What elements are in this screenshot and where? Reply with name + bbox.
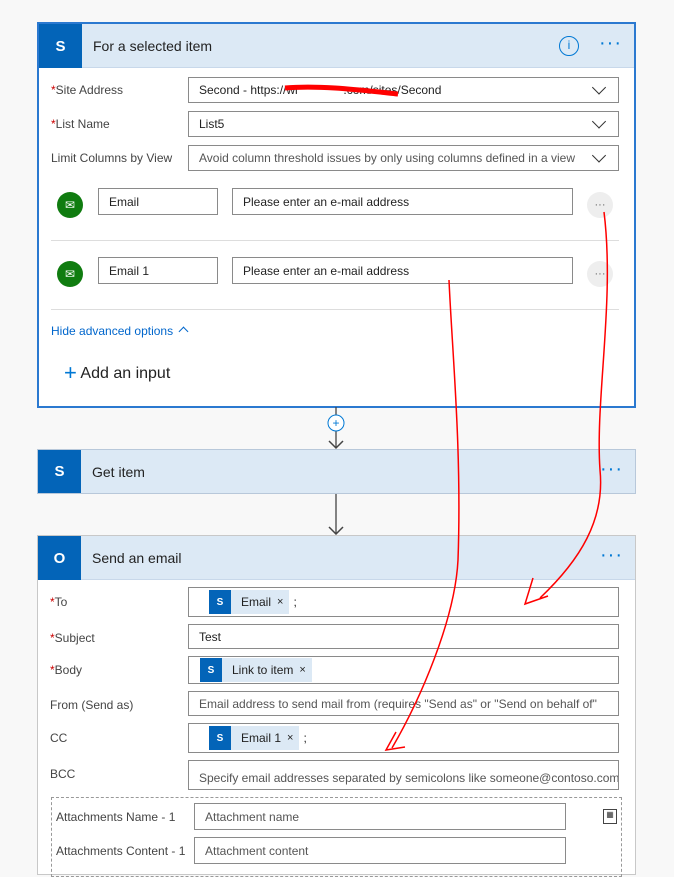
outlook-icon: O <box>38 536 81 580</box>
remove-token-icon[interactable]: × <box>287 732 299 744</box>
list-name-dropdown[interactable]: List5 <box>188 111 619 137</box>
input-more-button[interactable]: ··· <box>587 192 613 218</box>
list-name-label: *List Name <box>51 117 110 131</box>
subject-field[interactable]: Test <box>188 624 619 649</box>
site-address-label: *Site Address <box>51 83 124 97</box>
attachment-content-field[interactable]: Attachment content <box>194 837 566 864</box>
from-field[interactable]: Email address to send mail from (require… <box>188 691 619 716</box>
attachment-name-label: Attachments Name - 1 <box>56 810 176 824</box>
divider <box>51 309 619 310</box>
remove-token-icon[interactable]: × <box>299 664 311 676</box>
divider <box>51 240 619 241</box>
subject-label: *Subject <box>50 631 95 645</box>
switch-to-array-icon[interactable]: ▦ <box>603 809 617 824</box>
input-value-field[interactable]: Please enter an e-mail address <box>232 188 573 215</box>
get-item-card[interactable]: S Get item ··· <box>37 449 636 494</box>
dynamic-token: S Link to item × <box>200 658 312 682</box>
trigger-header[interactable]: S For a selected item i ··· <box>39 24 634 68</box>
svg-text:+: + <box>332 416 339 430</box>
remove-token-icon[interactable]: × <box>277 596 289 608</box>
card-title: Send an email <box>92 550 182 566</box>
add-input-button[interactable]: + Add an input <box>64 360 170 386</box>
sharepoint-icon: S <box>39 24 82 68</box>
body-field[interactable]: S Link to item × <box>188 656 619 684</box>
plus-icon: + <box>64 360 77 385</box>
limit-columns-label: Limit Columns by View <box>51 151 173 165</box>
bcc-label: BCC <box>50 767 76 781</box>
dynamic-token: S Email × <box>209 590 290 614</box>
cc-label: CC <box>50 731 68 745</box>
input-more-button[interactable]: ··· <box>587 261 613 287</box>
email-icon: ✉ <box>57 192 83 218</box>
cc-field[interactable]: S Email 1 ×; <box>188 723 619 753</box>
attachment-name-field[interactable]: Attachment name <box>194 803 566 830</box>
to-label: *To <box>50 595 68 609</box>
sharepoint-icon: S <box>38 450 81 493</box>
attachment-content-label: Attachments Content - 1 <box>56 844 186 858</box>
send-email-header[interactable]: O Send an email ··· <box>38 536 635 580</box>
sharepoint-icon: S <box>209 590 231 614</box>
site-address-dropdown[interactable]: Second - https://wi .com/sites/Second <box>188 77 619 103</box>
more-options-button[interactable]: ··· <box>599 32 622 55</box>
chevron-up-icon <box>178 326 189 337</box>
sharepoint-icon: S <box>209 726 231 750</box>
limit-columns-dropdown[interactable]: Avoid column threshold issues by only us… <box>188 145 619 171</box>
from-label: From (Send as) <box>50 698 134 712</box>
email-icon: ✉ <box>57 261 83 287</box>
input-name-field[interactable]: Email <box>98 188 218 215</box>
input-value-field[interactable]: Please enter an e-mail address <box>232 257 573 284</box>
hide-advanced-options-link[interactable]: Hide advanced options <box>51 324 189 338</box>
sharepoint-icon: S <box>200 658 222 682</box>
dynamic-token: S Email 1 × <box>209 726 300 750</box>
more-options-button[interactable]: ··· <box>600 544 623 567</box>
bcc-field[interactable]: Specify email addresses separated by sem… <box>188 760 619 790</box>
card-title: For a selected item <box>93 38 213 54</box>
to-field[interactable]: S Email ×; <box>188 587 619 617</box>
input-name-field[interactable]: Email 1 <box>98 257 218 284</box>
info-icon[interactable]: i <box>559 36 579 56</box>
card-title: Get item <box>92 464 145 480</box>
more-options-button[interactable]: ··· <box>600 458 623 481</box>
body-label: *Body <box>50 663 83 677</box>
